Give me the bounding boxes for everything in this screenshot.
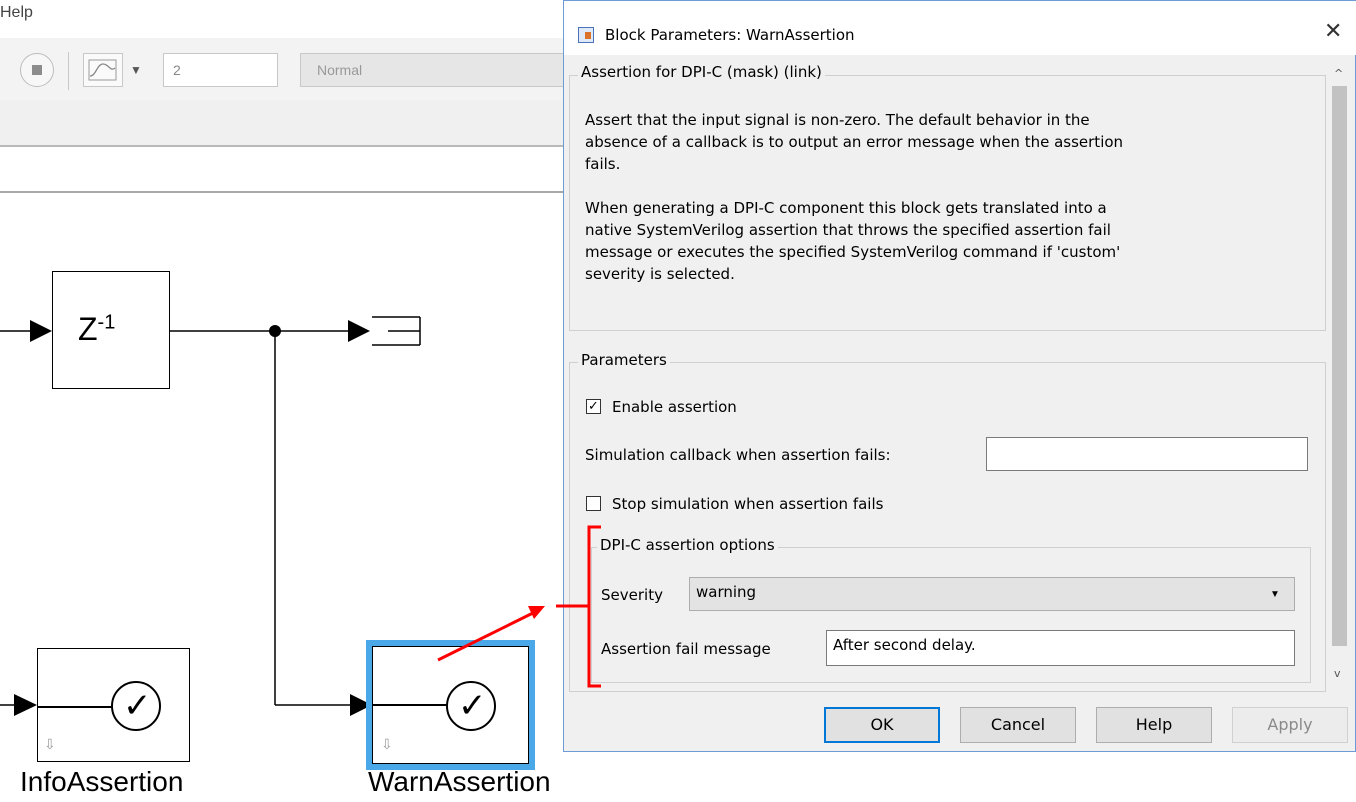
red-annotation [437,525,601,688]
